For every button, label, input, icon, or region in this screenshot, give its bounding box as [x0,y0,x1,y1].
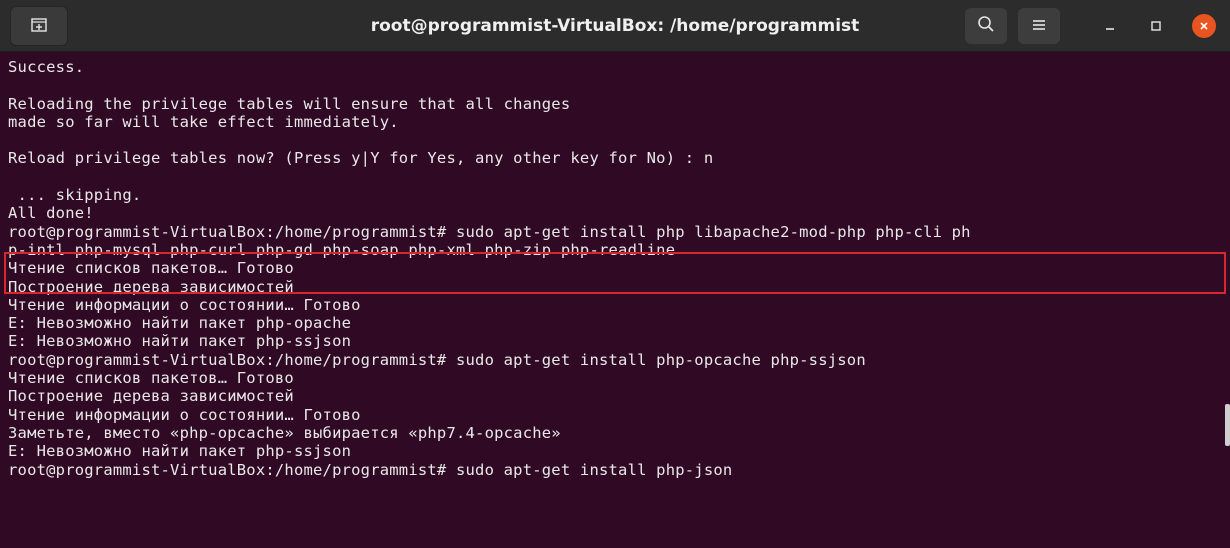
minimize-icon [1104,17,1116,36]
terminal-line: Success. [8,58,85,76]
search-icon [977,15,995,37]
hamburger-menu-icon [1031,17,1047,36]
close-button[interactable] [1190,12,1218,40]
scrollbar[interactable] [1225,404,1230,446]
terminal-line: Чтение информации о состоянии… Готово [8,405,361,424]
terminal-line: root@programmist-VirtualBox:/home/progra… [8,350,866,369]
menu-button[interactable] [1018,8,1060,44]
terminal-line: E: Невозможно найти пакет php-ssjson [8,332,352,351]
terminal-line: ... skipping. [8,186,142,205]
window-title: root@programmist-VirtualBox: /home/progr… [370,16,860,36]
terminal-line: Чтение списков пакетов… Готово [8,259,294,278]
terminal-output[interactable]: Success. Reloading the privilege tables w… [0,58,1220,548]
maximize-icon [1150,17,1162,36]
terminal-line: Чтение информации о состоянии… Готово [8,295,361,314]
maximize-button[interactable] [1142,12,1170,40]
new-tab-button[interactable] [10,6,68,46]
minimize-button[interactable] [1096,12,1124,40]
terminal-line: Reloading the privilege tables will ensu… [8,94,571,113]
terminal-line: p-intl php-mysql php-curl php-gd php-soa… [8,240,676,259]
terminal-line: All done! [8,204,94,223]
terminal-line: Reload privilege tables now? (Press y|Y … [8,149,714,168]
close-icon [1192,14,1216,38]
terminal-line: root@programmist-VirtualBox:/home/progra… [8,460,733,479]
search-button[interactable] [965,8,1007,44]
terminal-line: Чтение списков пакетов… Готово [8,369,294,388]
terminal-line: E: Невозможно найти пакет php-opache [8,314,352,333]
terminal-line: Построение дерева зависимостей [8,387,294,406]
terminal-line: root@programmist-VirtualBox:/home/progra… [8,222,971,241]
terminal-window: root@programmist-VirtualBox: /home/progr… [0,0,1230,548]
new-tab-icon [31,17,47,36]
terminal-line: E: Невозможно найти пакет php-ssjson [8,442,352,461]
terminal-line: Построение дерева зависимостей [8,277,294,296]
title-bar[interactable]: root@programmist-VirtualBox: /home/progr… [0,0,1230,52]
terminal-line: Заметьте, вместо «php-opcache» выбираетс… [8,423,561,442]
terminal-line: made so far will take effect immediately… [8,112,399,131]
